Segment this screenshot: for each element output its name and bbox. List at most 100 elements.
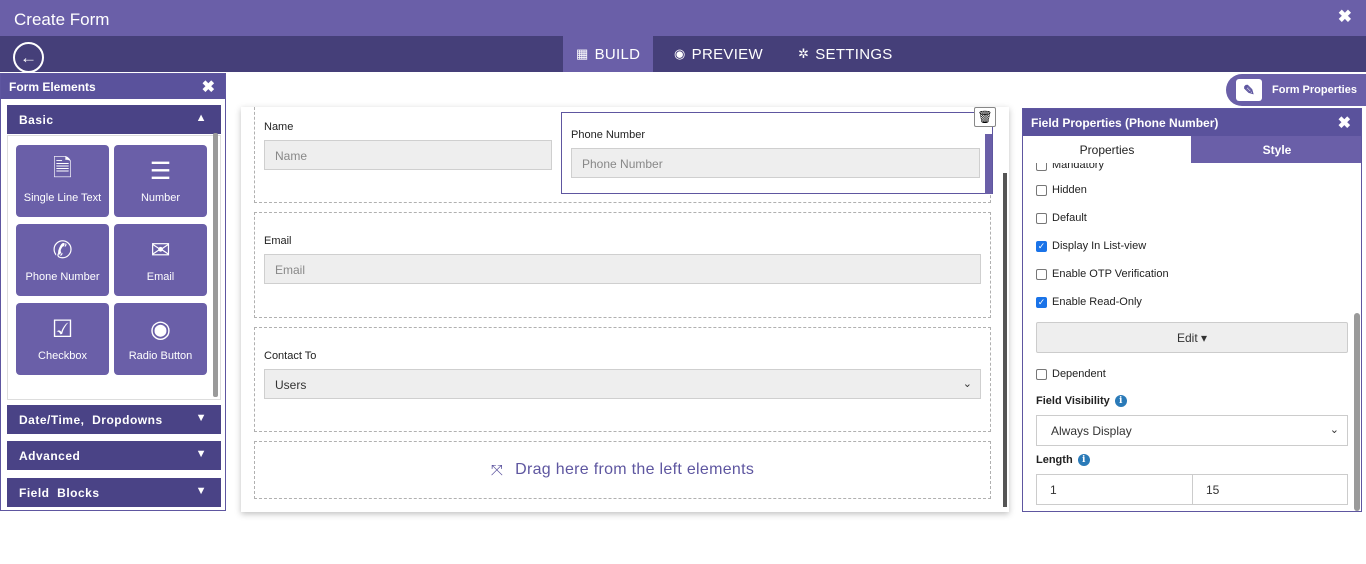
info-icon[interactable]: i bbox=[1114, 395, 1127, 407]
checkbox-enable-otp-verification[interactable]: Enable OTP Verification bbox=[1036, 268, 1169, 280]
length-label-row: Length i bbox=[1036, 454, 1090, 466]
section-basic-label: Basic bbox=[19, 113, 54, 127]
checkbox-default[interactable]: Default bbox=[1036, 212, 1087, 224]
contact-to-select[interactable]: Users ⌄ bbox=[264, 369, 981, 399]
section-advanced[interactable]: Advanced ▼ bbox=[7, 441, 221, 470]
left-panel-scrollbar[interactable] bbox=[213, 133, 218, 397]
checkbox-label: Dependent bbox=[1052, 368, 1106, 380]
tab-build[interactable]: ▦ BUILD bbox=[563, 36, 653, 72]
tile-number[interactable]: ☰ Number bbox=[114, 145, 207, 217]
tile-label: Single Line Text bbox=[23, 192, 102, 204]
chevron-up-icon: ▲ bbox=[195, 112, 207, 124]
radio-icon: ◉ bbox=[150, 315, 171, 343]
checkbox-enable-read-only[interactable]: ✓ Enable Read-Only bbox=[1036, 296, 1142, 308]
checkbox-box[interactable]: ✓ bbox=[1036, 296, 1047, 308]
delete-field-button[interactable]: 🗑 bbox=[974, 107, 996, 127]
chevron-down-icon: ▼ bbox=[195, 485, 207, 497]
tile-single-line-text[interactable]: 🗎 Single Line Text bbox=[16, 145, 109, 217]
checkbox-dependent[interactable]: Dependent bbox=[1036, 368, 1106, 380]
envelope-icon: ✉ bbox=[150, 236, 171, 264]
edit-form-icon: ✎ bbox=[1236, 79, 1262, 101]
checkbox-box[interactable] bbox=[1036, 212, 1047, 224]
tab-settings-label: SETTINGS bbox=[815, 45, 893, 63]
checkbox-box[interactable]: ✓ bbox=[1036, 240, 1047, 252]
form-properties-label: Form Properties bbox=[1272, 84, 1357, 96]
field-properties-header: Field Properties (Phone Number) ✖ bbox=[1023, 109, 1361, 136]
field-visibility-select[interactable]: Always Display ⌄ bbox=[1036, 415, 1348, 446]
tab-build-label: BUILD bbox=[594, 45, 641, 63]
email-input[interactable]: Email bbox=[264, 254, 981, 284]
field-properties-panel: Field Properties (Phone Number) ✖ Proper… bbox=[1022, 108, 1362, 512]
form-elements-title: Form Elements bbox=[9, 80, 96, 94]
checkbox-label: Mandatory bbox=[1052, 163, 1104, 171]
phone-icon: ✆ bbox=[52, 236, 73, 264]
field-visibility-label-row: Field Visibility i bbox=[1036, 395, 1127, 407]
tile-label: Checkbox bbox=[38, 350, 87, 362]
tab-preview-label: PREVIEW bbox=[691, 45, 763, 63]
section-date-time-dropdowns[interactable]: Date/Time, Dropdowns ▼ bbox=[7, 405, 221, 434]
checkbox-display-in-list-view[interactable]: ✓ Display In List-view bbox=[1036, 240, 1146, 252]
builder-nav-bar: ← ▦ BUILD ◉ PREVIEW ✲ SETTINGS bbox=[0, 36, 1366, 73]
basic-elements-list: 🗎 Single Line Text ☰ Number ✆ Phone Numb… bbox=[7, 135, 221, 400]
section-label: Field Blocks bbox=[19, 486, 100, 500]
close-panel-icon[interactable]: ✖ bbox=[1338, 113, 1351, 133]
section-field-blocks[interactable]: Field Blocks ▼ bbox=[7, 478, 221, 507]
tab-preview[interactable]: ◉ PREVIEW bbox=[674, 36, 763, 72]
contact-to-value: Users bbox=[275, 378, 307, 392]
name-input[interactable]: Name bbox=[264, 140, 552, 170]
section-label: Advanced bbox=[19, 449, 81, 463]
form-elements-panel: Form Elements ✖ Basic ▲ 🗎 Single Line Te… bbox=[0, 73, 226, 511]
field-visibility-value: Always Display bbox=[1051, 424, 1132, 438]
field-visibility-label: Field Visibility bbox=[1036, 395, 1110, 407]
chevron-down-icon: ▼ bbox=[195, 448, 207, 460]
right-panel-scrollbar[interactable] bbox=[1354, 313, 1360, 511]
chevron-down-icon: ⌄ bbox=[1329, 424, 1339, 436]
checkbox-label: Enable Read-Only bbox=[1052, 296, 1142, 308]
checkbox-box[interactable] bbox=[1036, 368, 1047, 380]
phone-field-label: Phone Number bbox=[571, 129, 645, 141]
tab-settings[interactable]: ✲ SETTINGS bbox=[798, 36, 893, 72]
numbered-list-icon: ☰ bbox=[149, 157, 172, 185]
calculator-icon: ▦ bbox=[576, 46, 589, 61]
tab-style[interactable]: Style bbox=[1191, 136, 1361, 163]
checkbox-mandatory[interactable]: Mandatory bbox=[1036, 163, 1104, 171]
info-icon[interactable]: i bbox=[1077, 454, 1090, 466]
tile-email[interactable]: ✉ Email bbox=[114, 224, 207, 296]
tile-phone-number[interactable]: ✆ Phone Number bbox=[16, 224, 109, 296]
gear-icon: ✲ bbox=[798, 46, 810, 61]
contact-to-label: Contact To bbox=[264, 350, 317, 362]
tile-label: Radio Button bbox=[128, 350, 193, 362]
tile-label: Email bbox=[146, 271, 175, 283]
back-button[interactable]: ← bbox=[13, 42, 44, 73]
close-dialog-icon[interactable]: ✖ bbox=[1338, 7, 1352, 27]
section-basic[interactable]: Basic ▲ bbox=[7, 105, 221, 134]
checkbox-box[interactable] bbox=[1036, 163, 1047, 171]
checkbox-label: Default bbox=[1052, 212, 1087, 224]
drop-zone[interactable]: ⤧ Drag here from the left elements bbox=[254, 441, 991, 499]
tile-checkbox[interactable]: ☑ Checkbox bbox=[16, 303, 109, 375]
expand-arrows-icon: ⤧ bbox=[490, 461, 504, 479]
arrow-left-icon: ← bbox=[20, 47, 37, 67]
checkbox-box[interactable] bbox=[1036, 184, 1047, 196]
field-scrollbar[interactable] bbox=[985, 134, 992, 194]
dialog-title: Create Form bbox=[14, 10, 110, 29]
close-panel-icon[interactable]: ✖ bbox=[202, 77, 215, 97]
create-form-dialog: Create Form ✖ ← ▦ BUILD ◉ PREVIEW ✲ SETT… bbox=[0, 0, 1366, 564]
checkbox-label: Enable OTP Verification bbox=[1052, 268, 1169, 280]
length-min-input[interactable]: 1 bbox=[1036, 474, 1193, 505]
checkbox-label: Display In List-view bbox=[1052, 240, 1147, 252]
phone-number-input[interactable]: Phone Number bbox=[571, 148, 980, 178]
checkbox-hidden[interactable]: Hidden bbox=[1036, 184, 1087, 196]
checkbox-box[interactable] bbox=[1036, 268, 1047, 280]
canvas-scrollbar[interactable] bbox=[1003, 173, 1007, 507]
tab-properties[interactable]: Properties bbox=[1023, 136, 1191, 163]
length-max-input[interactable]: 15 bbox=[1192, 474, 1348, 505]
tile-radio-button[interactable]: ◉ Radio Button bbox=[114, 303, 207, 375]
form-properties-button[interactable]: ✎ Form Properties bbox=[1226, 74, 1366, 106]
edit-dropdown-button[interactable]: Edit ▾ bbox=[1036, 322, 1348, 353]
tile-label: Phone Number bbox=[25, 271, 100, 283]
title-bar: Create Form ✖ bbox=[0, 0, 1366, 36]
chevron-down-icon: ▼ bbox=[195, 412, 207, 424]
checkbox-icon: ☑ bbox=[51, 315, 74, 343]
drop-zone-hint: Drag here from the left elements bbox=[515, 461, 755, 478]
